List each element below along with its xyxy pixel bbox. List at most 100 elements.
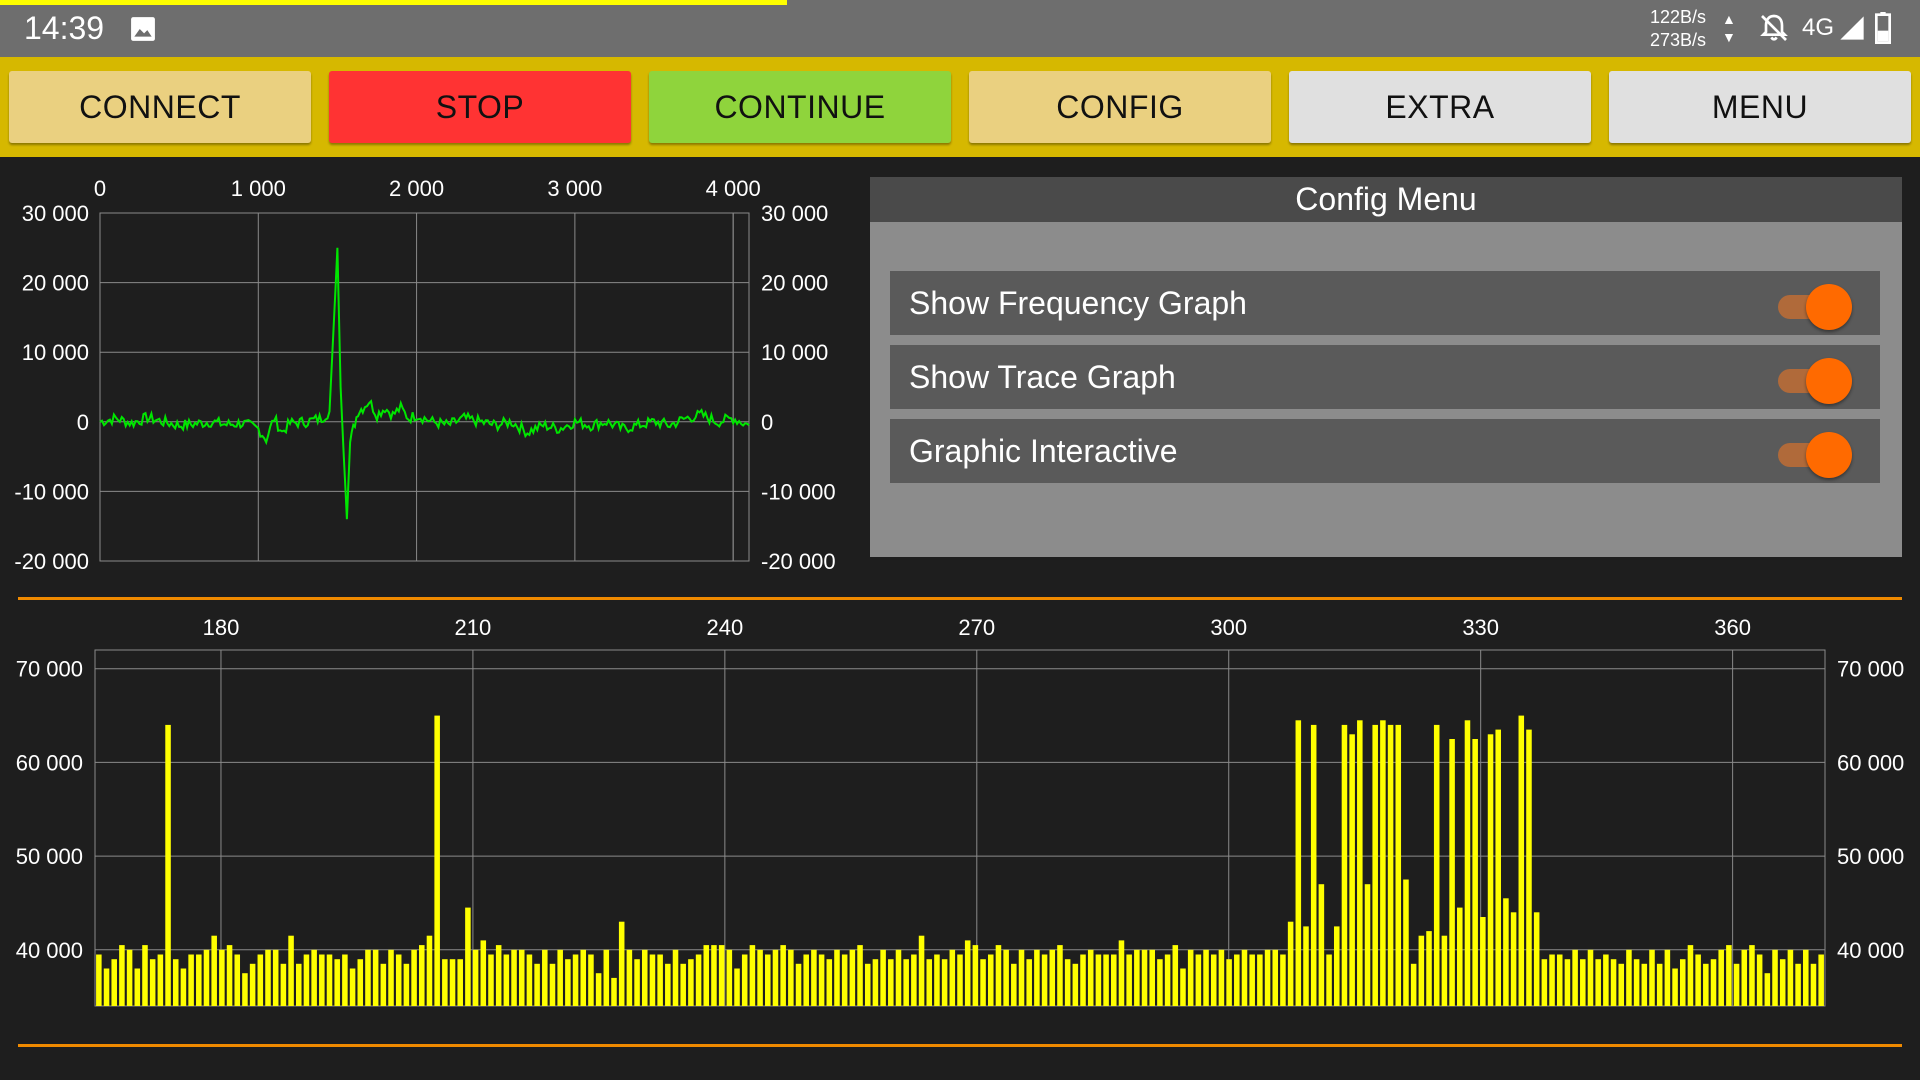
show-trace-graph-toggle[interactable] [1778, 353, 1854, 404]
trace-y-tick-label-right: 0 [761, 410, 773, 435]
toggle-thumb [1806, 358, 1852, 404]
freq-plot-frame [94, 649, 1826, 1007]
config-item-show-frequency-graph[interactable]: Show Frequency Graph [890, 271, 1880, 335]
freq-bar [741, 954, 748, 1006]
freq-bar [1572, 949, 1578, 1006]
freq-bar [472, 949, 479, 1006]
freq-bar [172, 959, 179, 1006]
menu-button[interactable]: MENU [1609, 71, 1911, 143]
freq-bar [849, 949, 856, 1006]
freq-bar [1364, 884, 1371, 1006]
freq-bar [488, 954, 494, 1006]
freq-bar [342, 954, 348, 1006]
stop-button[interactable]: STOP [329, 71, 631, 143]
freq-bar [426, 935, 433, 1006]
freq-bar [1779, 959, 1786, 1006]
trace-graph[interactable]: 01 000 2 000 3 000 4 000 30 000 30 000 20 000 2… [0, 160, 860, 580]
trace-graph-svg[interactable]: 01 000 2 000 3 000 4 00030 000 30 00020 000 2… [0, 160, 860, 580]
freq-bar [780, 945, 786, 1006]
freq-bar [549, 963, 556, 1006]
freq-bar [1264, 949, 1271, 1006]
freq-bar [1349, 734, 1355, 1006]
network-type: 4G [1802, 14, 1835, 41]
freq-bar [280, 963, 287, 1006]
freq-bar [234, 954, 241, 1006]
freq-bar [395, 954, 402, 1006]
freq-bar [1234, 954, 1240, 1006]
extra-button[interactable]: EXTRA [1289, 71, 1591, 143]
config-button[interactable]: CONFIG [969, 71, 1271, 143]
freq-bar [219, 949, 225, 1006]
arrows-updown-icon: ▲ ▼ [1722, 11, 1736, 45]
net-download-speed: 273B/s [1650, 30, 1707, 50]
config-menu: Config Menu Show Frequency Graph Show Tr… [870, 177, 1902, 557]
freq-bar [1549, 954, 1555, 1006]
progress-bar [0, 0, 788, 5]
freq-bar [1172, 945, 1179, 1006]
freq-bar [226, 945, 233, 1006]
graphic-interactive-toggle[interactable] [1778, 427, 1854, 478]
freq-bar [518, 949, 525, 1006]
freq-y-tick-label-left: 60 000 [16, 750, 83, 775]
trace-y-tick-label-left: 10 000 [22, 340, 89, 365]
bell-off-icon [1760, 14, 1788, 41]
freq-bar [1064, 959, 1071, 1006]
freq-bar [1241, 949, 1248, 1006]
freq-bar [1795, 963, 1801, 1006]
freq-bar [1618, 963, 1625, 1006]
freq-bar [1249, 954, 1255, 1006]
freq-y-tick-label-left: 40 000 [16, 938, 83, 963]
freq-bar [1226, 959, 1232, 1006]
freq-bar [603, 949, 610, 1006]
freq-bar [772, 949, 779, 1006]
freq-bar [1395, 724, 1402, 1006]
freq-bar [349, 968, 356, 1006]
freq-bar [926, 959, 933, 1006]
freq-bar [1403, 879, 1409, 1006]
freq-bar [134, 968, 141, 1006]
freq-bar [1287, 921, 1294, 1006]
frequency-graph-svg[interactable]: 180 210 240 270 300 330 360 70 000 70 000 60 000 6… [0, 600, 1920, 1050]
freq-bar [918, 935, 925, 1006]
freq-bar [1672, 968, 1678, 1006]
freq-bar [1210, 954, 1217, 1006]
freq-bar [319, 954, 325, 1006]
freq-bar [1695, 954, 1701, 1006]
freq-bar [1526, 729, 1532, 1006]
freq-bar [1518, 715, 1525, 1006]
config-item-graphic-interactive[interactable]: Graphic Interactive [890, 419, 1880, 483]
freq-bar [680, 963, 686, 1006]
freq-bar [1280, 954, 1286, 1006]
freq-bar [957, 954, 963, 1006]
freq-bar [180, 968, 187, 1006]
freq-bar [1649, 949, 1655, 1006]
freq-bar [1003, 949, 1009, 1006]
freq-bar [595, 973, 602, 1006]
freq-bar [1018, 949, 1025, 1006]
show-frequency-graph-toggle[interactable] [1778, 279, 1854, 330]
freq-bar [203, 949, 210, 1006]
connect-button[interactable]: CONNECT [9, 71, 311, 143]
freq-bar [1103, 954, 1109, 1006]
freq-bar [618, 921, 625, 1006]
freq-bar [1303, 926, 1309, 1006]
freq-bar [1418, 935, 1425, 1006]
freq-bar [196, 954, 202, 1006]
freq-bar [1718, 949, 1724, 1006]
freq-bar [257, 954, 264, 1006]
freq-bar [1495, 729, 1501, 1006]
freq-bar [1187, 949, 1194, 1006]
freq-bar [1533, 912, 1540, 1006]
config-item-show-trace-graph[interactable]: Show Trace Graph [890, 345, 1880, 409]
freq-bar [1472, 739, 1478, 1006]
continue-button[interactable]: CONTINUE [649, 71, 951, 143]
frequency-graph[interactable]: 180 210 240 270 300 330 360 70 000 70 000 60 000 6… [0, 600, 1920, 1050]
freq-bar [457, 959, 463, 1006]
freq-bar [1810, 963, 1817, 1006]
freq-bar [657, 954, 663, 1006]
freq-bar [1703, 963, 1709, 1006]
freq-bar [1111, 954, 1117, 1006]
network-speed: 122B/s 273B/s [1650, 6, 1706, 52]
freq-bar [526, 954, 533, 1006]
freq-bar [96, 954, 102, 1006]
